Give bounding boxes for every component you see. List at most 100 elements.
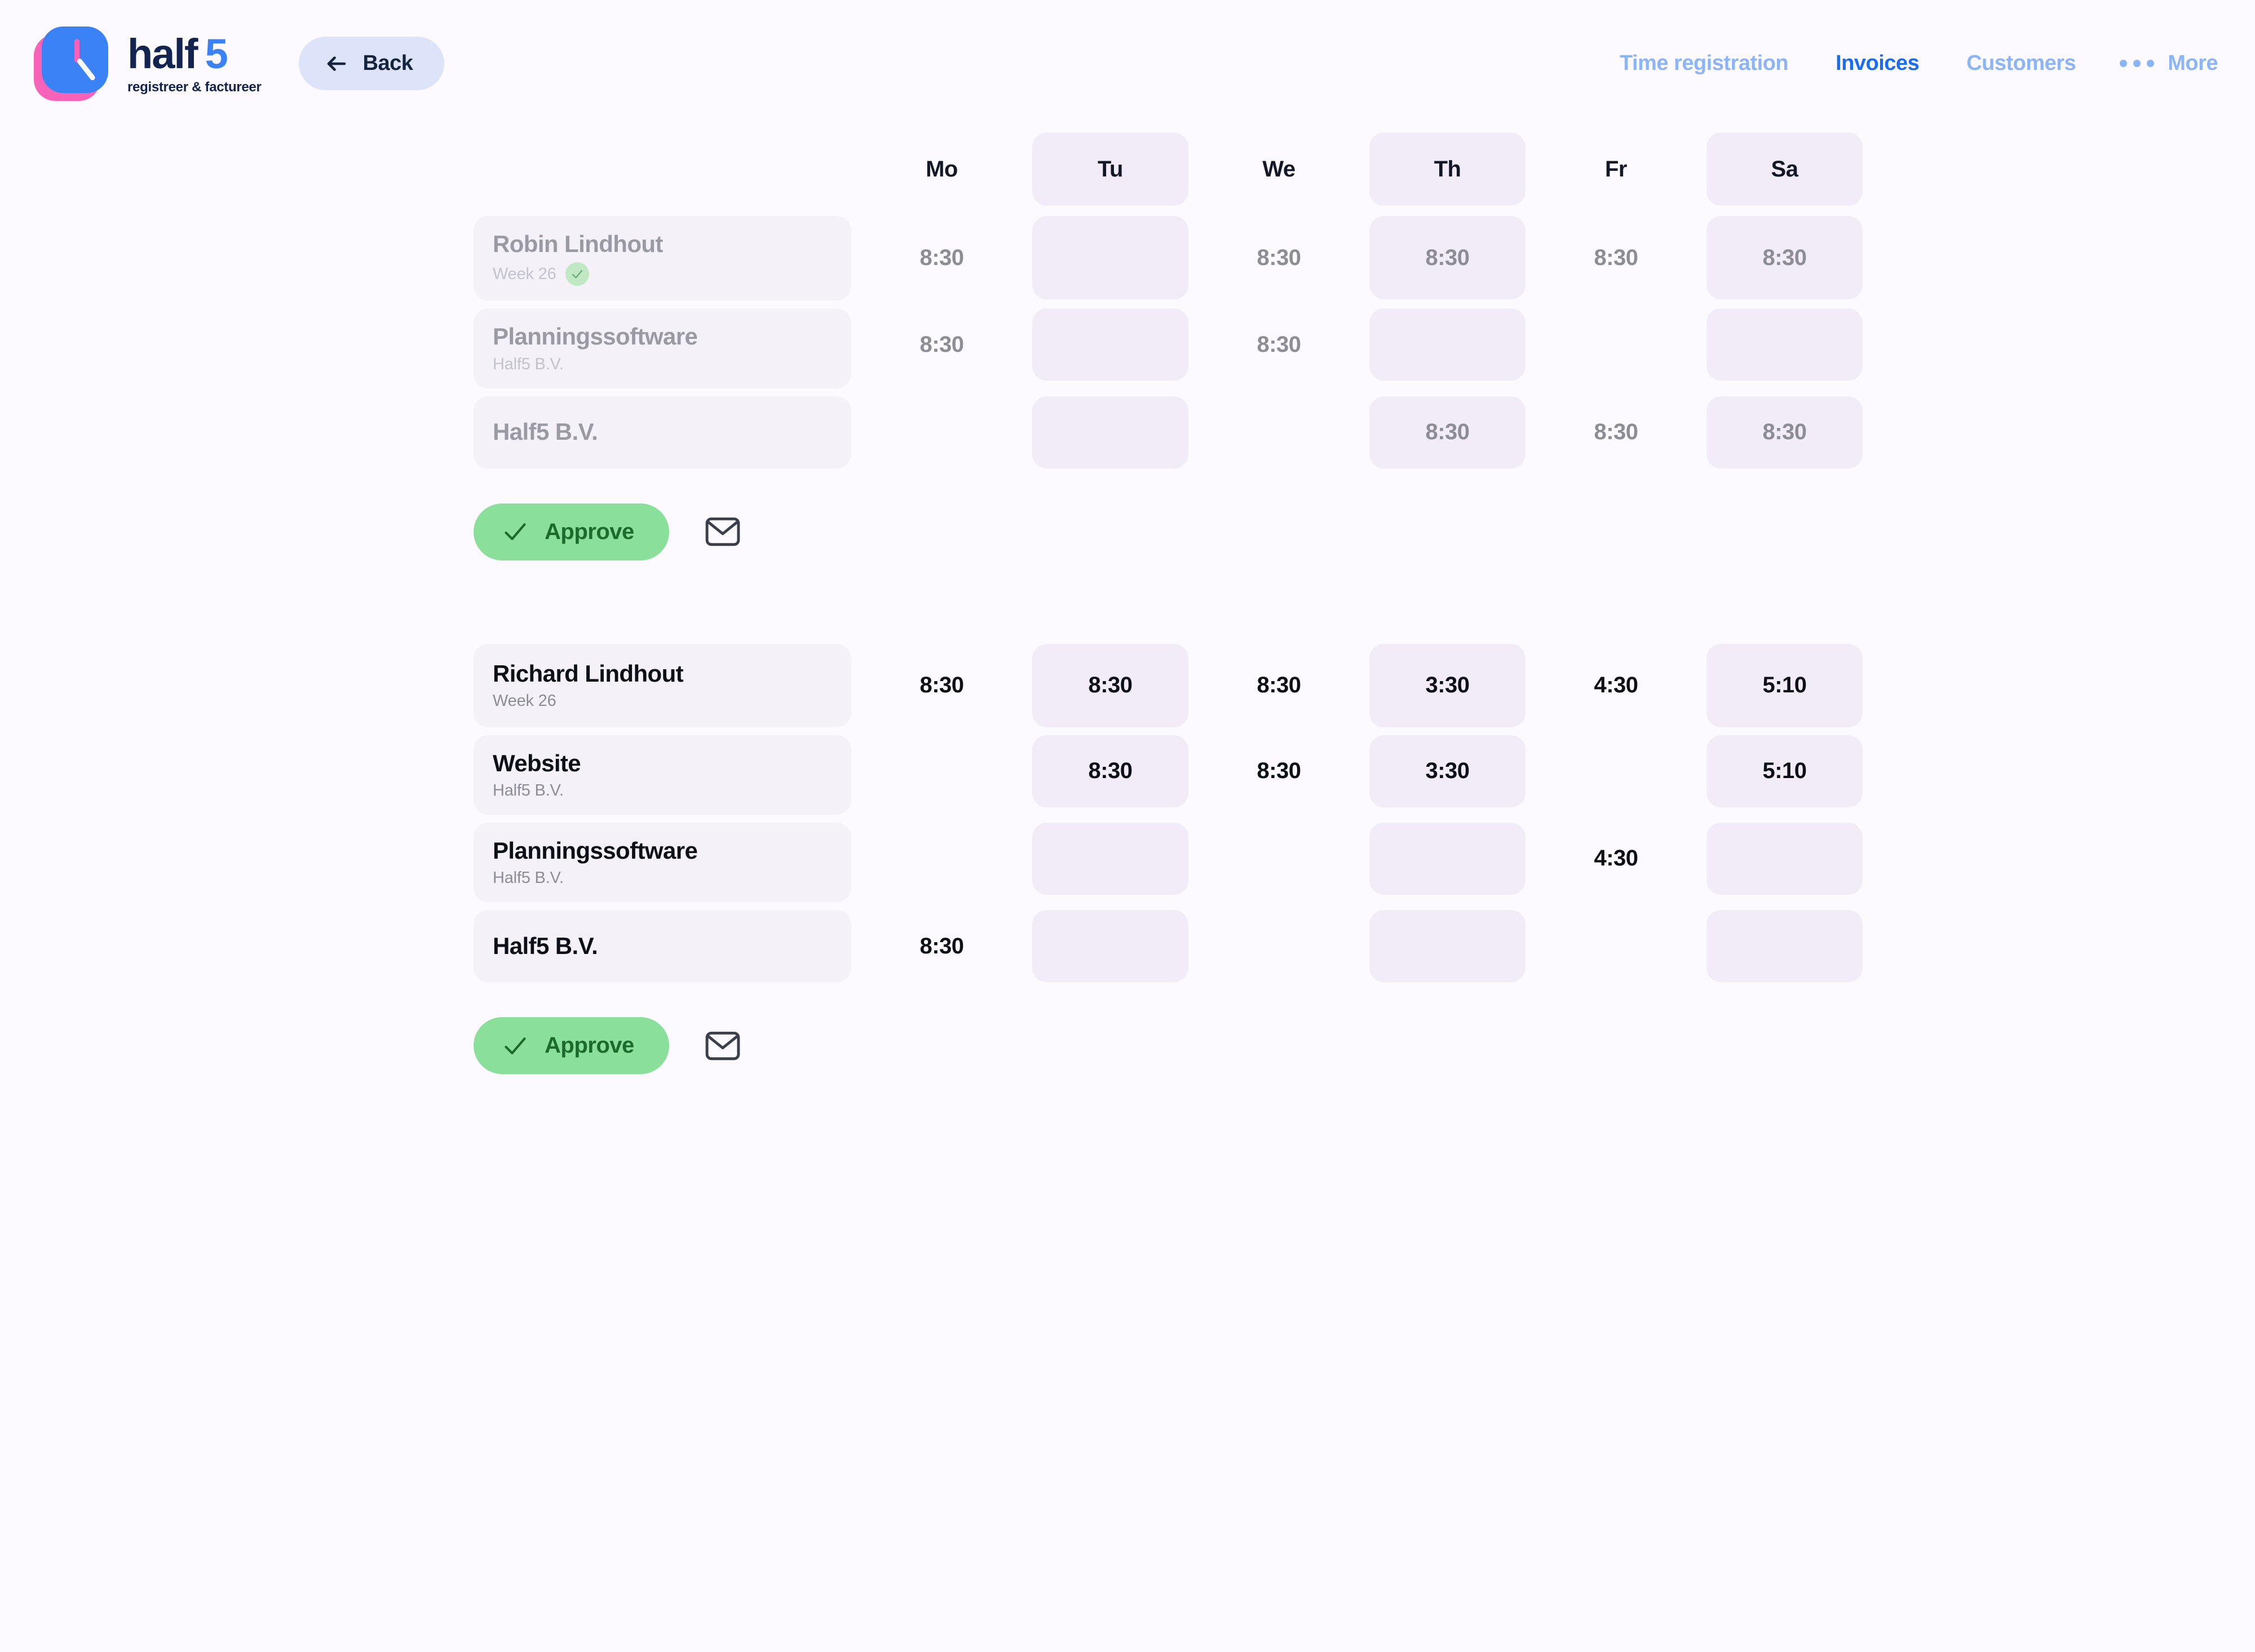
send-mail-button[interactable] xyxy=(702,514,744,550)
block-separator xyxy=(474,560,2255,634)
table-row[interactable]: Richard Lindhout Week 26 8:30 8:30 8:30 … xyxy=(474,644,2255,727)
time-cell[interactable] xyxy=(1201,396,1357,469)
day-header-we: We xyxy=(1201,132,1357,206)
time-cell[interactable]: 4:30 xyxy=(1538,644,1694,727)
time-cell[interactable]: 8:30 xyxy=(864,216,1020,299)
project-client: Half5 B.V. xyxy=(493,355,832,374)
time-cell[interactable] xyxy=(1201,823,1357,895)
back-button[interactable]: Back xyxy=(299,37,445,90)
time-cell[interactable] xyxy=(1706,823,1863,895)
time-cell[interactable] xyxy=(1369,910,1526,982)
project-name: Half5 B.V. xyxy=(493,933,832,960)
day-header-fr: Fr xyxy=(1538,132,1694,206)
send-mail-button[interactable] xyxy=(702,1028,744,1064)
approve-button-label: Approve xyxy=(545,1033,634,1058)
time-cell[interactable] xyxy=(1369,308,1526,381)
time-cell[interactable] xyxy=(864,735,1020,807)
time-cell[interactable]: 8:30 xyxy=(1201,308,1357,381)
nav-item-more[interactable]: More xyxy=(2099,51,2221,76)
day-header-sa: Sa xyxy=(1706,132,1863,206)
nav-more-label: More xyxy=(2168,51,2218,76)
project-client: Half5 B.V. xyxy=(493,869,832,887)
project-name: Half5 B.V. xyxy=(493,418,832,445)
person-card[interactable]: Richard Lindhout Week 26 xyxy=(474,644,851,727)
time-cell[interactable]: 8:30 xyxy=(1706,396,1863,469)
brand-accent: 5 xyxy=(205,33,227,75)
top-bar: half5 registreer & factureer Back Time r… xyxy=(0,0,2255,127)
time-cell[interactable] xyxy=(1032,396,1188,469)
time-cell[interactable]: 3:30 xyxy=(1369,644,1526,727)
time-cell[interactable] xyxy=(1538,735,1694,807)
project-card[interactable]: Planningssoftware Half5 B.V. xyxy=(474,308,851,388)
time-cell[interactable]: 8:30 xyxy=(1201,216,1357,299)
time-cell[interactable]: 8:30 xyxy=(1032,735,1188,807)
check-icon xyxy=(565,262,589,286)
table-row[interactable]: Planningssoftware Half5 B.V. 4:30 xyxy=(474,823,2255,902)
approve-button-label: Approve xyxy=(545,519,634,545)
project-client: Half5 B.V. xyxy=(493,781,832,800)
nav-item-time-registration[interactable]: Time registration xyxy=(1596,51,1812,76)
time-cell[interactable]: 8:30 xyxy=(1201,735,1357,807)
time-cell[interactable] xyxy=(1032,823,1188,895)
timesheet-block-richard-lindhout: Richard Lindhout Week 26 8:30 8:30 8:30 … xyxy=(474,644,2255,1075)
time-cell[interactable] xyxy=(1706,308,1863,381)
approve-button[interactable]: Approve xyxy=(474,1017,669,1074)
time-cell[interactable]: 5:10 xyxy=(1706,735,1863,807)
day-header-row: Mo Tu We Th Fr Sa xyxy=(474,132,2255,206)
project-card[interactable]: Planningssoftware Half5 B.V. xyxy=(474,823,851,902)
time-cell[interactable] xyxy=(1032,910,1188,982)
person-week-label: Week 26 xyxy=(493,265,556,284)
table-row[interactable]: Planningssoftware Half5 B.V. 8:30 8:30 xyxy=(474,308,2255,388)
nav-item-customers[interactable]: Customers xyxy=(1943,51,2099,76)
time-cell[interactable] xyxy=(864,396,1020,469)
time-cell[interactable]: 8:30 xyxy=(864,910,1020,982)
time-cell[interactable] xyxy=(1369,823,1526,895)
time-cell[interactable]: 4:30 xyxy=(1538,823,1694,895)
time-cell[interactable]: 5:10 xyxy=(1706,644,1863,727)
time-cell[interactable] xyxy=(1032,216,1188,299)
time-cell[interactable]: 8:30 xyxy=(1706,216,1863,299)
time-cell[interactable] xyxy=(1538,910,1694,982)
person-name: Robin Lindhout xyxy=(493,231,832,258)
time-cell[interactable]: 8:30 xyxy=(864,644,1020,727)
timesheet-block-robin-lindhout: Robin Lindhout Week 26 8:30 8:30 8:30 8:… xyxy=(474,216,2255,560)
table-row[interactable]: Half5 B.V. 8:30 8:30 8:30 xyxy=(474,396,2255,469)
project-card[interactable]: Half5 B.V. xyxy=(474,396,851,469)
person-card[interactable]: Robin Lindhout Week 26 xyxy=(474,216,851,301)
time-cell[interactable] xyxy=(1538,308,1694,381)
time-cell[interactable] xyxy=(1032,308,1188,381)
time-cell[interactable] xyxy=(1201,910,1357,982)
day-header-th: Th xyxy=(1369,132,1526,206)
day-header-mo: Mo xyxy=(864,132,1020,206)
person-week-label: Week 26 xyxy=(493,692,556,710)
time-cell[interactable]: 8:30 xyxy=(1538,216,1694,299)
time-cell[interactable] xyxy=(864,823,1020,895)
brand-wordmark: half5 registreer & factureer xyxy=(127,33,262,94)
brand-logo[interactable]: half5 registreer & factureer xyxy=(34,26,262,101)
arrow-left-icon xyxy=(325,52,348,76)
table-row[interactable]: Half5 B.V. 8:30 xyxy=(474,910,2255,982)
time-cell[interactable] xyxy=(1706,910,1863,982)
block-actions: Approve xyxy=(474,1017,2255,1074)
project-card[interactable]: Website Half5 B.V. xyxy=(474,735,851,815)
person-week: Week 26 xyxy=(493,262,832,286)
time-cell[interactable]: 8:30 xyxy=(1032,644,1188,727)
ellipsis-icon xyxy=(2120,60,2154,67)
project-card[interactable]: Half5 B.V. xyxy=(474,910,851,982)
nav-item-invoices[interactable]: Invoices xyxy=(1812,51,1943,76)
time-cell[interactable]: 8:30 xyxy=(1369,396,1526,469)
time-cell[interactable]: 8:30 xyxy=(864,308,1020,381)
time-cell[interactable]: 8:30 xyxy=(1538,396,1694,469)
check-icon xyxy=(503,519,528,544)
person-week: Week 26 xyxy=(493,692,832,710)
brand-name: half xyxy=(127,33,197,75)
time-cell[interactable]: 3:30 xyxy=(1369,735,1526,807)
block-actions: Approve xyxy=(474,503,2255,560)
approve-button[interactable]: Approve xyxy=(474,503,669,560)
table-row[interactable]: Website Half5 B.V. 8:30 8:30 3:30 5:10 xyxy=(474,735,2255,815)
day-header-tu: Tu xyxy=(1032,132,1188,206)
time-cell[interactable]: 8:30 xyxy=(1201,644,1357,727)
time-cell[interactable]: 8:30 xyxy=(1369,216,1526,299)
clock-icon xyxy=(34,26,108,101)
table-row[interactable]: Robin Lindhout Week 26 8:30 8:30 8:30 8:… xyxy=(474,216,2255,301)
